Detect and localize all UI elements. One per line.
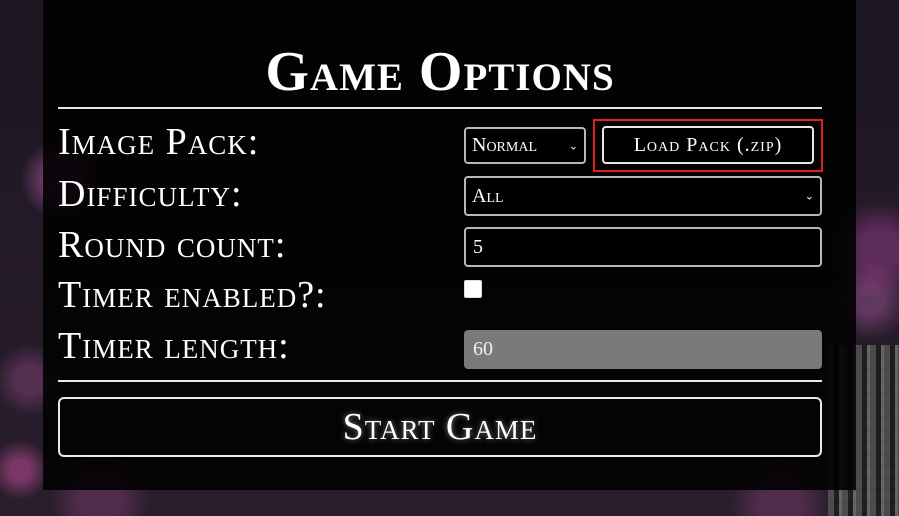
image-pack-selected-value: Normal: [472, 134, 538, 156]
timer-length-input[interactable]: 60: [464, 330, 822, 369]
difficulty-label: Difficulty:: [58, 173, 243, 215]
timer-enabled-label: Timer enabled?:: [58, 274, 327, 316]
page-title: Game Options: [265, 41, 615, 103]
difficulty-select[interactable]: All ⌄: [464, 176, 822, 216]
image-pack-label: Image Pack:: [58, 121, 260, 163]
round-count-input[interactable]: 5: [464, 227, 822, 267]
round-count-label: Round count:: [58, 224, 287, 266]
timer-length-label: Timer length:: [58, 325, 290, 367]
bottom-divider: [58, 380, 822, 382]
start-game-button[interactable]: Start Game: [58, 397, 822, 457]
difficulty-selected-value: All: [472, 184, 504, 207]
chevron-down-icon: ⌄: [568, 139, 578, 152]
load-pack-button[interactable]: Load Pack (.zip): [602, 126, 814, 164]
image-pack-select[interactable]: Normal ⌄: [464, 127, 586, 164]
title-divider: [58, 107, 822, 109]
chevron-down-icon: ⌄: [804, 189, 814, 203]
timer-enabled-checkbox[interactable]: [464, 280, 482, 298]
